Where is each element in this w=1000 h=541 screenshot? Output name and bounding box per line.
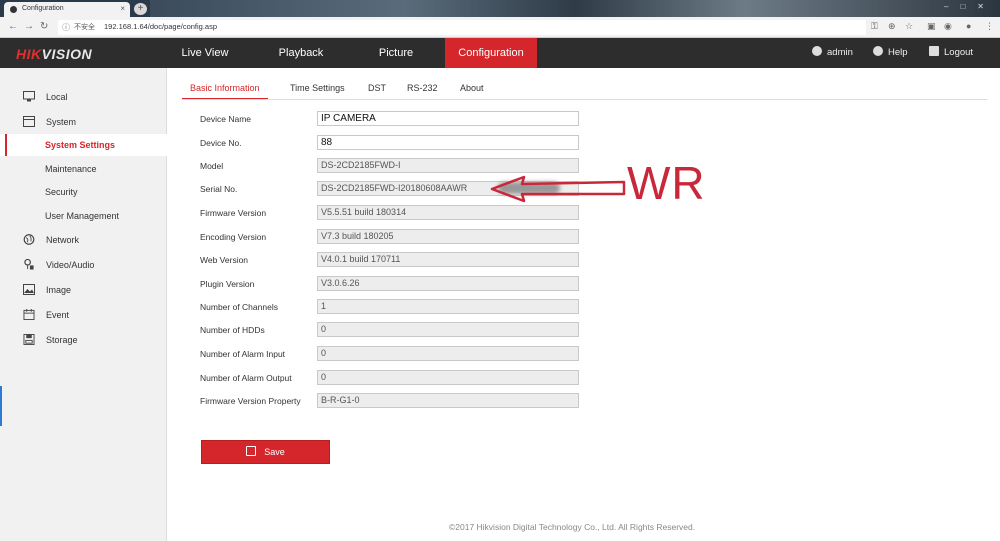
camera-mic-icon — [24, 259, 34, 270]
username: admin — [827, 47, 853, 58]
tab-rs-232[interactable]: RS-232 — [407, 78, 438, 100]
menu-icon[interactable]: ⋮ — [985, 21, 994, 32]
nav-live-view[interactable]: Live View — [167, 38, 243, 68]
image-icon — [23, 284, 35, 295]
nav-playback[interactable]: Playback — [265, 38, 337, 68]
reload-icon[interactable]: ↻ — [40, 21, 48, 32]
encoding-version-value: V7.3 build 180205 — [317, 229, 579, 244]
zoom-icon[interactable]: ⊕ — [888, 21, 896, 32]
tab-about[interactable]: About — [460, 78, 484, 100]
firmware-version-property-value: B-R-G1-0 — [317, 393, 579, 408]
floppy-icon — [246, 446, 257, 456]
browser-tab[interactable]: Configuration × — [4, 2, 130, 17]
sidebar-item-event[interactable]: Event — [0, 304, 167, 326]
tab-divider — [182, 99, 987, 100]
sidebar-item-maintenance[interactable]: Maintenance — [0, 158, 167, 180]
tab-dst[interactable]: DST — [368, 78, 386, 100]
nav-configuration[interactable]: Configuration — [445, 38, 537, 68]
sidebar: Local System System Settings Maintenance… — [0, 68, 167, 541]
annotation-label: WR — [627, 157, 706, 209]
profile-icon[interactable]: ● — [966, 21, 971, 31]
security-warning: 不安全 — [74, 24, 95, 31]
sidebar-item-user-management[interactable]: User Management — [0, 205, 167, 227]
sidebar-item-storage[interactable]: Storage — [0, 329, 167, 351]
nav-picture[interactable]: Picture — [362, 38, 430, 68]
storage-icon — [23, 334, 35, 345]
system-icon — [23, 116, 35, 127]
sidebar-item-network[interactable]: Network — [0, 229, 167, 251]
footer-copyright: ©2017 Hikvision Digital Technology Co., … — [449, 522, 696, 532]
sidebar-item-image[interactable]: Image — [0, 279, 167, 301]
help-icon — [873, 46, 883, 56]
sidebar-item-local[interactable]: Local — [0, 86, 167, 108]
browser-tab-bar: Configuration × + –□✕ — [0, 0, 1000, 17]
web-version-value: V4.0.1 build 170711 — [317, 252, 579, 267]
browser-tab-title: Configuration — [22, 5, 64, 12]
number-of-hdds-value: 0 — [317, 322, 579, 337]
number-of-alarm-input-value: 0 — [317, 346, 579, 361]
logout-button[interactable]: Logout — [929, 46, 973, 58]
globe-icon — [23, 234, 35, 245]
info-icon[interactable]: ⓘ — [62, 22, 70, 33]
extension-icon[interactable]: ◉ — [944, 21, 952, 32]
tab-time-settings[interactable]: Time Settings — [290, 78, 345, 100]
sidebar-item-video-audio[interactable]: Video/Audio — [0, 254, 167, 276]
favicon-icon — [10, 6, 17, 13]
sidebar-item-system[interactable]: System — [0, 111, 167, 133]
logout-icon — [929, 46, 939, 56]
user-menu[interactable]: admin — [812, 46, 853, 58]
sidebar-item-system-settings[interactable]: System Settings — [0, 134, 167, 156]
number-of-channels-value: 1 — [317, 299, 579, 314]
desktop-background — [150, 0, 1000, 17]
annotation-arrow-icon — [490, 175, 626, 203]
tab-basic-information[interactable]: Basic Information — [182, 78, 268, 100]
number-of-alarm-output-value: 0 — [317, 370, 579, 385]
url-field[interactable]: ⓘ 不安全 192.168.1.64/doc/page/config.asp — [58, 20, 866, 35]
sidebar-item-security[interactable]: Security — [0, 181, 167, 203]
plugin-version-value: V3.0.6.26 — [317, 276, 579, 291]
close-tab-icon[interactable]: × — [120, 4, 125, 13]
save-button[interactable]: Save — [201, 440, 330, 464]
url-text[interactable]: 192.168.1.64/doc/page/config.asp — [104, 22, 217, 31]
forward-arrow-icon[interactable]: → — [24, 21, 34, 32]
hikvision-logo: HIKVISION — [16, 46, 93, 62]
back-arrow-icon[interactable]: ← — [8, 21, 18, 32]
device-name-input[interactable]: IP CAMERA — [317, 111, 579, 126]
translate-icon[interactable]: ▣ — [927, 21, 936, 32]
app-header: HIKVISION Live View Playback Picture Con… — [0, 38, 1000, 68]
device-no-input[interactable]: 88 — [317, 135, 579, 150]
key-icon[interactable]: ⚿ — [871, 21, 878, 32]
star-icon[interactable]: ☆ — [905, 21, 913, 32]
sidebar-scroll-indicator[interactable] — [0, 386, 2, 426]
calendar-icon — [23, 309, 35, 320]
new-tab-button[interactable]: + — [134, 3, 147, 15]
help-button[interactable]: Help — [873, 46, 908, 58]
user-icon — [812, 46, 822, 56]
window-controls[interactable]: –□✕ — [944, 2, 996, 11]
monitor-icon — [23, 91, 35, 102]
browser-address-bar: ← → ↻ ⓘ 不安全 192.168.1.64/doc/page/config… — [0, 17, 1000, 38]
